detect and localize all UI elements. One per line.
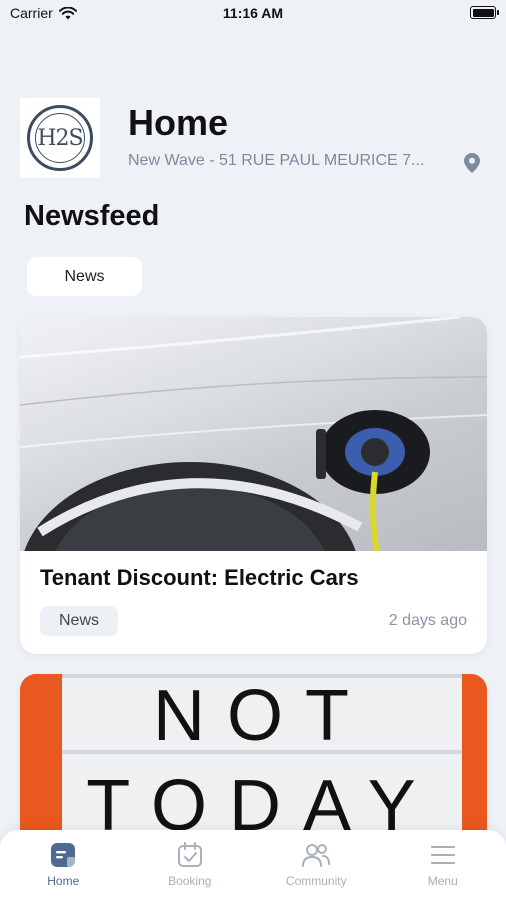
news-card[interactable]: Tenant Discount: Electric Cars News 2 da… — [20, 317, 487, 654]
card-tag: News — [40, 606, 119, 636]
logo: H2S — [20, 98, 100, 178]
card-title: Tenant Discount: Electric Cars — [40, 565, 359, 590]
tab-label: Booking — [168, 874, 212, 888]
tab-menu[interactable]: Menu — [380, 830, 506, 900]
lightbox-rail — [62, 750, 462, 754]
menu-icon — [430, 846, 455, 864]
card-image — [20, 317, 487, 551]
filter-chip-news[interactable]: News — [27, 257, 142, 296]
electric-car-image — [20, 317, 487, 551]
header: H2S Home New Wave - 51 RUE PAUL MEURICE … — [20, 98, 486, 180]
home-icon — [51, 843, 76, 867]
section-title: Newsfeed — [24, 200, 160, 232]
tab-label: Community — [285, 874, 347, 888]
tab-label: Menu — [427, 874, 458, 888]
status-bar: Carrier 11:16 AM — [0, 0, 506, 28]
tab-booking[interactable]: Booking — [127, 830, 254, 900]
tab-community[interactable]: Community — [253, 830, 380, 900]
people-icon — [302, 844, 331, 867]
status-time: 11:16 AM — [222, 5, 284, 21]
location-selector[interactable]: New Wave - 51 RUE PAUL MEURICE 7... — [128, 152, 486, 174]
battery-icon — [470, 6, 499, 19]
page-title: Home — [128, 102, 229, 143]
lightbox-word: NOT — [153, 676, 371, 756]
tab-bar: Home Booking Community Menu — [0, 830, 506, 900]
logo-text: H2S — [37, 125, 83, 151]
location-pin-icon[interactable] — [464, 153, 480, 173]
card-date: 2 days ago — [388, 612, 467, 629]
tab-label: Home — [47, 874, 80, 888]
location-text: New Wave - 51 RUE PAUL MEURICE 7... — [128, 152, 425, 169]
logo-ring: H2S — [27, 105, 93, 171]
calendar-check-icon — [177, 842, 202, 867]
tab-home[interactable]: Home — [0, 830, 127, 900]
